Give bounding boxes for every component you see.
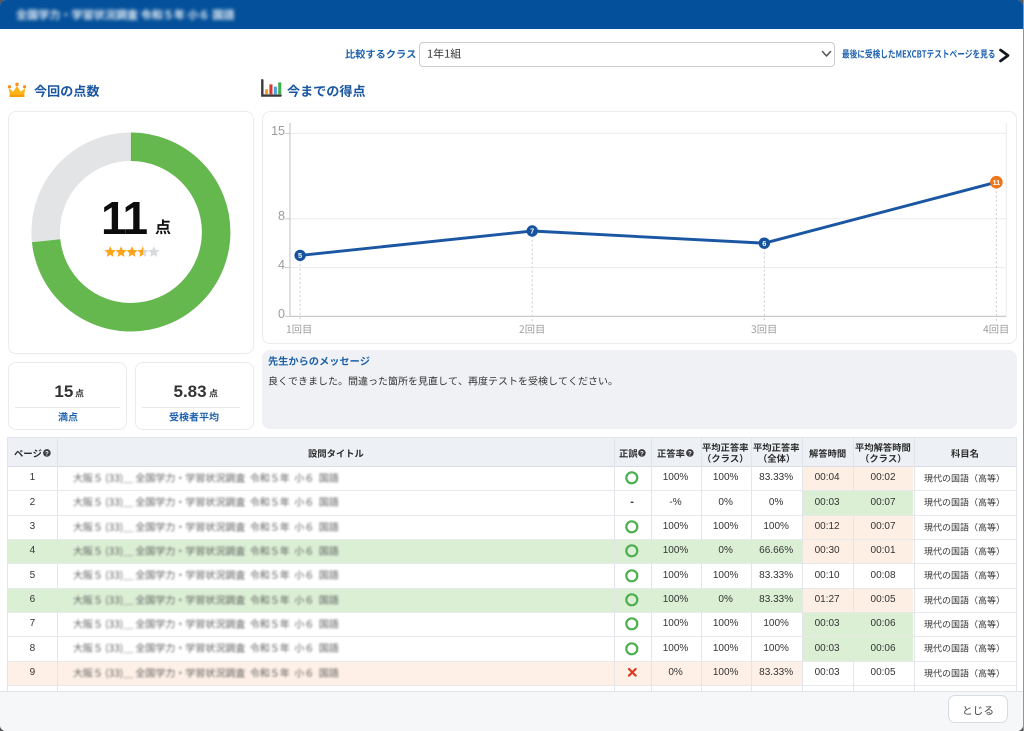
- svg-text:?: ?: [640, 451, 644, 458]
- svg-text:11: 11: [992, 178, 1000, 187]
- svg-text:?: ?: [688, 451, 692, 458]
- svg-text:?: ?: [45, 451, 49, 458]
- svg-text:6: 6: [762, 239, 766, 248]
- svg-text:5: 5: [298, 251, 302, 260]
- svg-text:7: 7: [530, 227, 534, 236]
